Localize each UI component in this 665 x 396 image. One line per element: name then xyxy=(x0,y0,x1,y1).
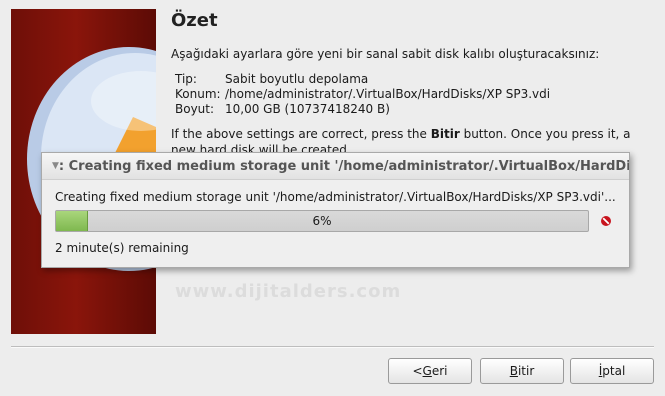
separator xyxy=(11,346,654,348)
cancel-icon[interactable] xyxy=(600,215,612,227)
summary-table: Tip: Sabit boyutlu depolama Konum: /home… xyxy=(175,72,550,117)
summary-value: Sabit boyutlu depolama xyxy=(225,72,369,86)
cancel-label: ptal xyxy=(602,364,626,378)
dialog-title: : Creating fixed medium storage unit '/h… xyxy=(58,158,629,174)
progress-message: Creating fixed medium storage unit '/hom… xyxy=(55,190,616,204)
finish-button[interactable]: Bitir xyxy=(480,358,564,384)
summary-value: 10,00 GB (10737418240 B) xyxy=(225,102,390,116)
summary-row-size: Boyut: 10,00 GB (10737418240 B) xyxy=(175,102,550,117)
back-prefix: < xyxy=(412,364,423,378)
watermark: www.dijitalders.com xyxy=(175,281,402,302)
summary-row-location: Konum: /home/administrator/.VirtualBox/H… xyxy=(175,87,550,102)
summary-label: Konum: xyxy=(175,87,221,101)
back-mnemonic: G xyxy=(422,364,432,378)
back-button[interactable]: < Geri xyxy=(388,358,472,384)
summary-label: Tip: xyxy=(175,72,197,86)
progress-dialog: ▼ : Creating fixed medium storage unit '… xyxy=(41,152,630,268)
summary-value: /home/administrator/.VirtualBox/HardDisk… xyxy=(225,87,551,101)
notice-bold: Bitir xyxy=(430,127,460,141)
summary-label: Boyut: xyxy=(175,102,215,116)
progress-bar: 6% xyxy=(55,210,589,232)
progress-percent: 6% xyxy=(312,214,332,228)
finish-mnemonic: B xyxy=(509,364,518,378)
summary-row-type: Tip: Sabit boyutlu depolama xyxy=(175,72,550,87)
notice-text: If the above settings are correct, press… xyxy=(171,127,431,141)
finish-label: itir xyxy=(517,364,535,378)
page-title: Özet xyxy=(171,10,218,31)
time-remaining: 2 minute(s) remaining xyxy=(55,241,189,255)
back-label: eri xyxy=(431,364,448,378)
dialog-titlebar[interactable]: ▼ : Creating fixed medium storage unit '… xyxy=(42,153,629,180)
intro-text: Aşağıdaki ayarlara göre yeni bir sanal s… xyxy=(171,47,600,61)
cancel-button[interactable]: İptal xyxy=(570,358,654,384)
window-menu-icon[interactable]: ▼ xyxy=(52,161,59,171)
